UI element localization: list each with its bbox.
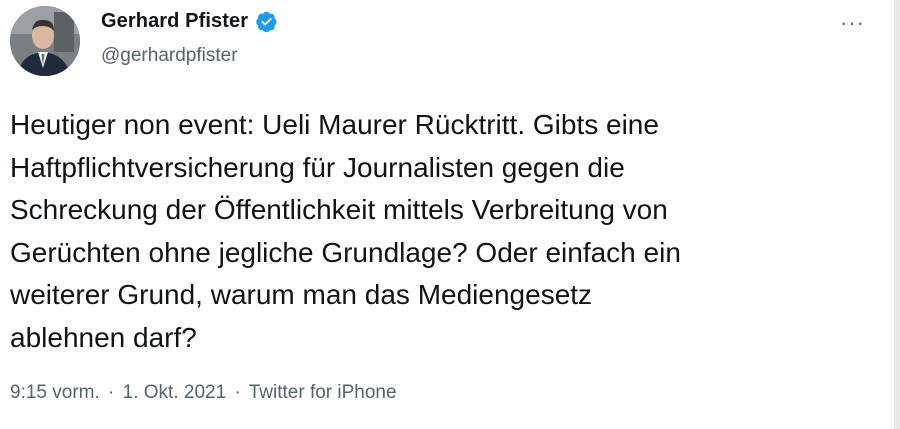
tweet-card: Gerhard Pfister @gerhardpfister ··· Heut… (0, 0, 894, 429)
page-edge (894, 0, 900, 429)
meta-separator: · (108, 382, 115, 403)
author-handle[interactable]: @gerhardpfister (101, 45, 238, 67)
avatar-photo-icon (10, 6, 80, 76)
tweet-text-line: Gerüchten ohne jegliche Grundlage? Oder … (10, 236, 681, 268)
more-options-icon[interactable]: ··· (840, 10, 865, 36)
tweet-text-line: Schreckung der Öffentlichkeit mittels Ve… (10, 194, 668, 226)
meta-separator: · (234, 382, 241, 403)
tweet-text-line: Heutiger non event: Ueli Maurer Rücktrit… (10, 109, 659, 140)
tweet-source[interactable]: Twitter for iPhone (249, 382, 397, 403)
tweet-text-line: weiterer Grund, warum man das Mediengese… (10, 279, 593, 311)
tweet-text: Heutiger non event: Ueli Maurer Rücktrit… (10, 104, 870, 360)
author-name-row[interactable]: Gerhard Pfister (101, 10, 278, 33)
tweet-time[interactable]: 9:15 vorm. (10, 382, 100, 403)
tweet-date[interactable]: 1. Okt. 2021 (123, 382, 227, 403)
verified-badge-icon (255, 10, 278, 33)
display-name[interactable]: Gerhard Pfister (101, 10, 248, 33)
tweet-metadata: 9:15 vorm. · 1. Okt. 2021 · Twitter for … (10, 382, 397, 404)
avatar[interactable] (10, 6, 80, 76)
tweet-text-line: ablehnen darf? (10, 321, 197, 353)
tweet-text-line: Haftpflichtversicherung für Journalisten… (10, 151, 625, 183)
